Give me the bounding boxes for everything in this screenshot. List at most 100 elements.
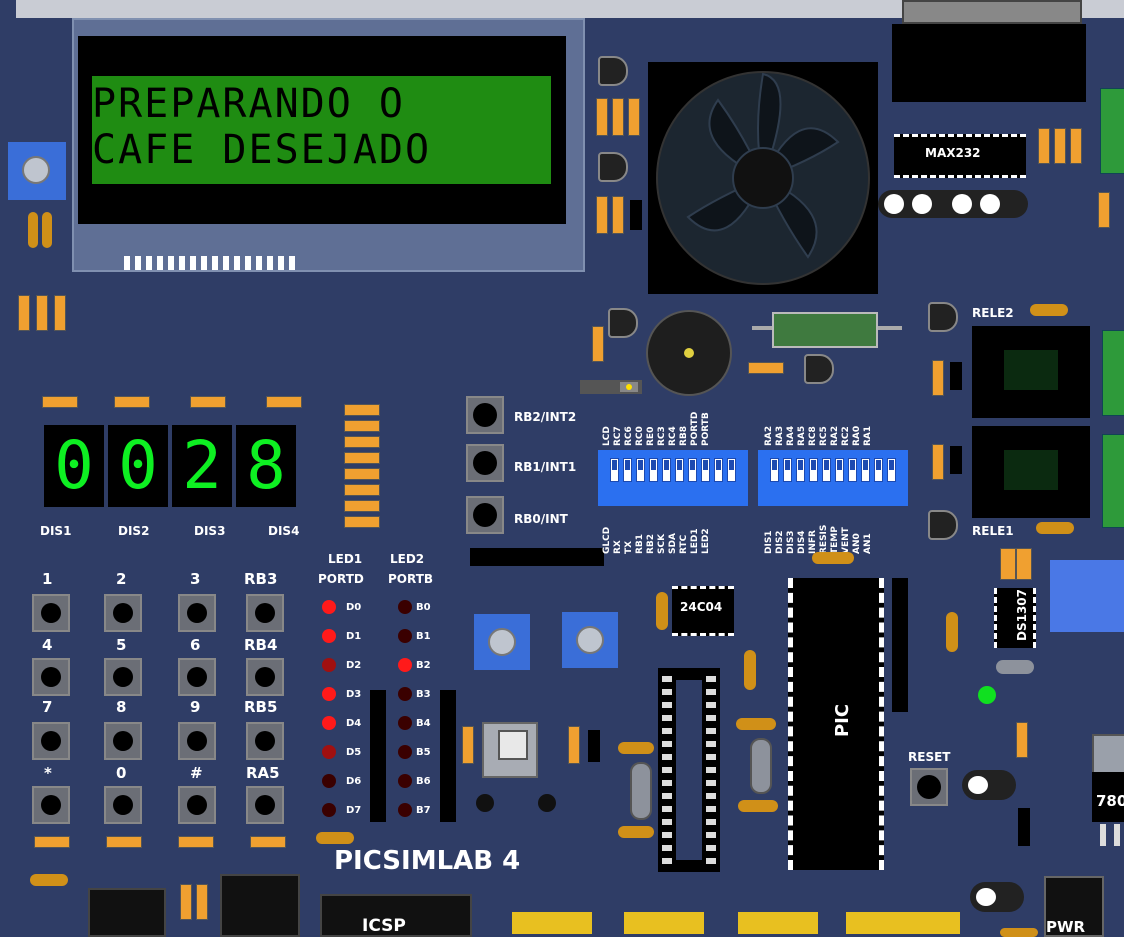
key-label-star: * <box>44 764 52 782</box>
board-name: PICSIMLAB 4 <box>334 846 521 876</box>
resistor <box>190 396 226 408</box>
keypad-key-ra5[interactable] <box>246 786 284 824</box>
crystal <box>996 660 1034 674</box>
capacitor <box>980 194 1000 214</box>
keypad-key-5[interactable] <box>104 658 142 696</box>
reset-label: RESET <box>908 750 951 764</box>
lcd-contrast-potentiometer[interactable] <box>8 142 66 200</box>
portb-label-b1: B1 <box>416 631 431 642</box>
resistor-bank <box>344 404 380 528</box>
key-label-4: 4 <box>42 636 53 654</box>
power-switch-label: PWR <box>1046 918 1086 936</box>
diode <box>588 730 600 762</box>
resistor <box>36 295 48 331</box>
lcd-line-2: CAFE DESEJADO <box>92 127 432 173</box>
keypad-key-rb3[interactable] <box>246 594 284 632</box>
dip-switch-2[interactable] <box>758 450 908 506</box>
resistor <box>1098 192 1110 228</box>
keypad-key-1[interactable] <box>32 594 70 632</box>
resistor <box>612 98 624 136</box>
capacitor <box>738 800 778 812</box>
keypad-key-2[interactable] <box>104 594 142 632</box>
power-led <box>978 686 996 704</box>
transistor <box>608 308 638 338</box>
led1-title: LED1 <box>328 552 363 566</box>
resistor <box>266 396 302 408</box>
key-label-9: 9 <box>190 698 201 716</box>
keypad-key-4[interactable] <box>32 658 70 696</box>
dip1-top-labels: LCD RC7 RC6 RC0 RE0 RC3 RC4 RB8 PORTD PORTB <box>602 411 711 446</box>
rb1-int1-label: RB1/INT1 <box>514 460 577 474</box>
rb1-int1-button[interactable] <box>466 444 504 482</box>
transistor <box>598 152 628 182</box>
dip1-bottom-labels: GLCD RX TX RB1 RB2 SCK SDA RTC LED1 LED2 <box>602 526 711 554</box>
transistor <box>928 510 958 540</box>
dip2-bottom-labels: DIS1 DIS2 DIS3 DIS4 INFR RESIS TEMP VENT AN0 AN1 <box>764 524 873 554</box>
buzzer-center <box>684 348 694 358</box>
resistor <box>568 726 580 764</box>
resistor <box>114 396 150 408</box>
portd-led-d3 <box>322 687 336 701</box>
key-label-1: 1 <box>42 570 53 588</box>
resistor <box>42 396 78 408</box>
lcd-line-1: PREPARANDO O <box>92 81 405 127</box>
keypad-key-7[interactable] <box>32 722 70 760</box>
resistor <box>596 196 608 234</box>
diode <box>630 200 642 230</box>
key-label-rb4: RB4 <box>244 636 278 654</box>
seven-segment-dis1: 0 <box>44 425 104 507</box>
keypad-key-0[interactable] <box>104 786 142 824</box>
dip-switch-1[interactable] <box>598 450 748 506</box>
regulator-pin <box>1114 824 1120 846</box>
ir-receiver <box>476 794 494 812</box>
bottom-connector <box>220 874 300 937</box>
lcd-pin-header <box>124 256 295 270</box>
keypad-key-9[interactable] <box>178 722 216 760</box>
capacitor <box>28 212 38 248</box>
capacitor <box>656 592 668 630</box>
seven-segment-dis3: 2 <box>172 425 232 507</box>
reset-button[interactable] <box>910 768 948 806</box>
relay-2-label: RELE2 <box>972 306 1014 320</box>
resistor <box>34 836 70 848</box>
key-label-5: 5 <box>116 636 127 654</box>
resistor <box>106 836 142 848</box>
capacitor <box>618 742 654 754</box>
led2-port: PORTB <box>388 572 434 586</box>
socket-pins-right <box>706 672 716 864</box>
key-label-6: 6 <box>190 636 201 654</box>
fan-icon <box>656 71 870 285</box>
portb-label-b2: B2 <box>416 660 431 671</box>
socket-pins-left <box>662 672 672 864</box>
keypad-key-rb4[interactable] <box>246 658 284 696</box>
resistor <box>178 836 214 848</box>
keypad-key-hash[interactable] <box>178 786 216 824</box>
potentiometer-2[interactable] <box>562 612 618 668</box>
resistor <box>1016 548 1032 580</box>
fan <box>648 62 878 294</box>
transistor <box>928 302 958 332</box>
key-label-3: 3 <box>190 570 201 588</box>
keypad-key-rb5[interactable] <box>246 722 284 760</box>
portd-label-d3: D3 <box>346 689 362 700</box>
crystal <box>630 762 652 820</box>
portd-label-d5: D5 <box>346 747 362 758</box>
keypad-key-8[interactable] <box>104 722 142 760</box>
dip2-top-labels: RA2 RA3 RA4 RA5 RC8 RC5 RA2 RC2 RA0 RA1 <box>764 425 873 446</box>
rb0-int-button[interactable] <box>466 496 504 534</box>
resistor <box>592 326 604 362</box>
capacitor <box>952 194 972 214</box>
keypad-key-6[interactable] <box>178 658 216 696</box>
transistor <box>804 354 834 384</box>
sensor-window <box>498 730 528 760</box>
resistor <box>932 444 944 480</box>
potentiometer-1[interactable] <box>474 614 530 670</box>
keypad-key-star[interactable] <box>32 786 70 824</box>
portb-led-b1 <box>398 629 412 643</box>
portb-label-b3: B3 <box>416 689 431 700</box>
capacitor <box>42 212 52 248</box>
capacitor-mark <box>976 888 996 906</box>
rb2-int2-button[interactable] <box>466 396 504 434</box>
pin-header <box>624 912 704 934</box>
keypad-key-3[interactable] <box>178 594 216 632</box>
